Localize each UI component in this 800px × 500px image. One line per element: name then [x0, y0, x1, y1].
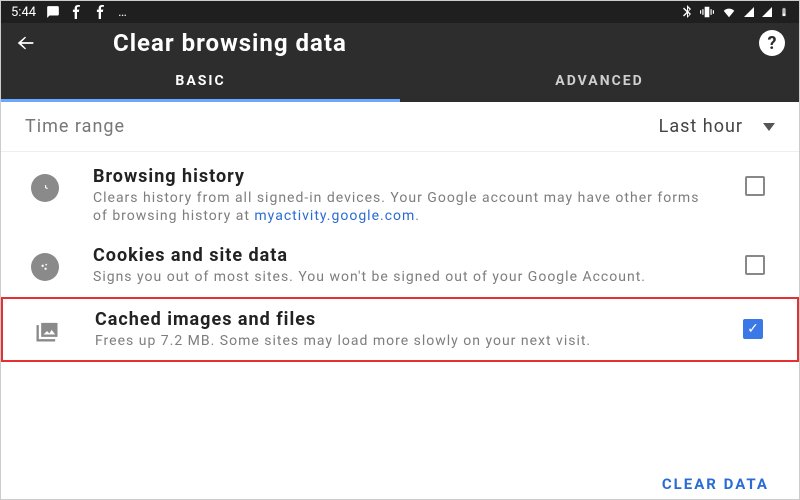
option-cookies[interactable]: Cookies and site data Signs you out of m… [1, 235, 799, 296]
option-description: Frees up 7.2 MB. Some sites may load mor… [95, 332, 705, 350]
tab-advanced[interactable]: ADVANCED [400, 63, 799, 102]
time-range-row[interactable]: Time range Last hour [1, 102, 799, 152]
facebook-icon [94, 5, 108, 19]
checkbox-cookies[interactable] [745, 255, 765, 275]
image-icon [33, 317, 61, 345]
chevron-down-icon [763, 123, 775, 131]
option-title: Cached images and files [95, 309, 705, 330]
checkbox-browsing-history[interactable] [745, 176, 765, 196]
bluetooth-icon [681, 5, 693, 19]
facebook-icon [70, 5, 84, 19]
status-time: 5:44 [11, 5, 36, 20]
battery-icon [779, 5, 789, 19]
history-icon [31, 174, 59, 202]
help-button[interactable]: ? [759, 30, 785, 56]
option-description: Clears history from all signed-in device… [93, 189, 707, 225]
signal-icon [743, 5, 755, 19]
back-button[interactable] [15, 32, 43, 54]
clear-data-button[interactable]: CLEAR DATA [662, 475, 769, 493]
chat-icon [46, 5, 60, 19]
more-icon: … [118, 5, 127, 20]
tabs: BASIC ADVANCED [1, 63, 799, 102]
time-range-label: Time range [25, 116, 125, 137]
cookie-icon [31, 253, 59, 281]
page-title: Clear browsing data [43, 29, 759, 57]
wifi-icon [721, 5, 737, 19]
tab-basic[interactable]: BASIC [1, 63, 400, 102]
option-cached-files[interactable]: Cached images and files Frees up 7.2 MB.… [1, 297, 799, 362]
option-browsing-history[interactable]: Browsing history Clears history from all… [1, 156, 799, 235]
checkbox-cached-files[interactable]: ✓ [743, 319, 763, 339]
app-bar: Clear browsing data ? [1, 23, 799, 63]
option-description: Signs you out of most sites. You won't b… [93, 268, 707, 286]
option-title: Browsing history [93, 166, 707, 187]
time-range-value: Last hour [659, 116, 743, 137]
vibrate-icon [699, 5, 715, 19]
status-bar: 5:44 … [1, 1, 799, 23]
option-title: Cookies and site data [93, 245, 707, 266]
myactivity-link[interactable]: myactivity.google.com [254, 208, 415, 224]
signal-icon [761, 5, 773, 19]
